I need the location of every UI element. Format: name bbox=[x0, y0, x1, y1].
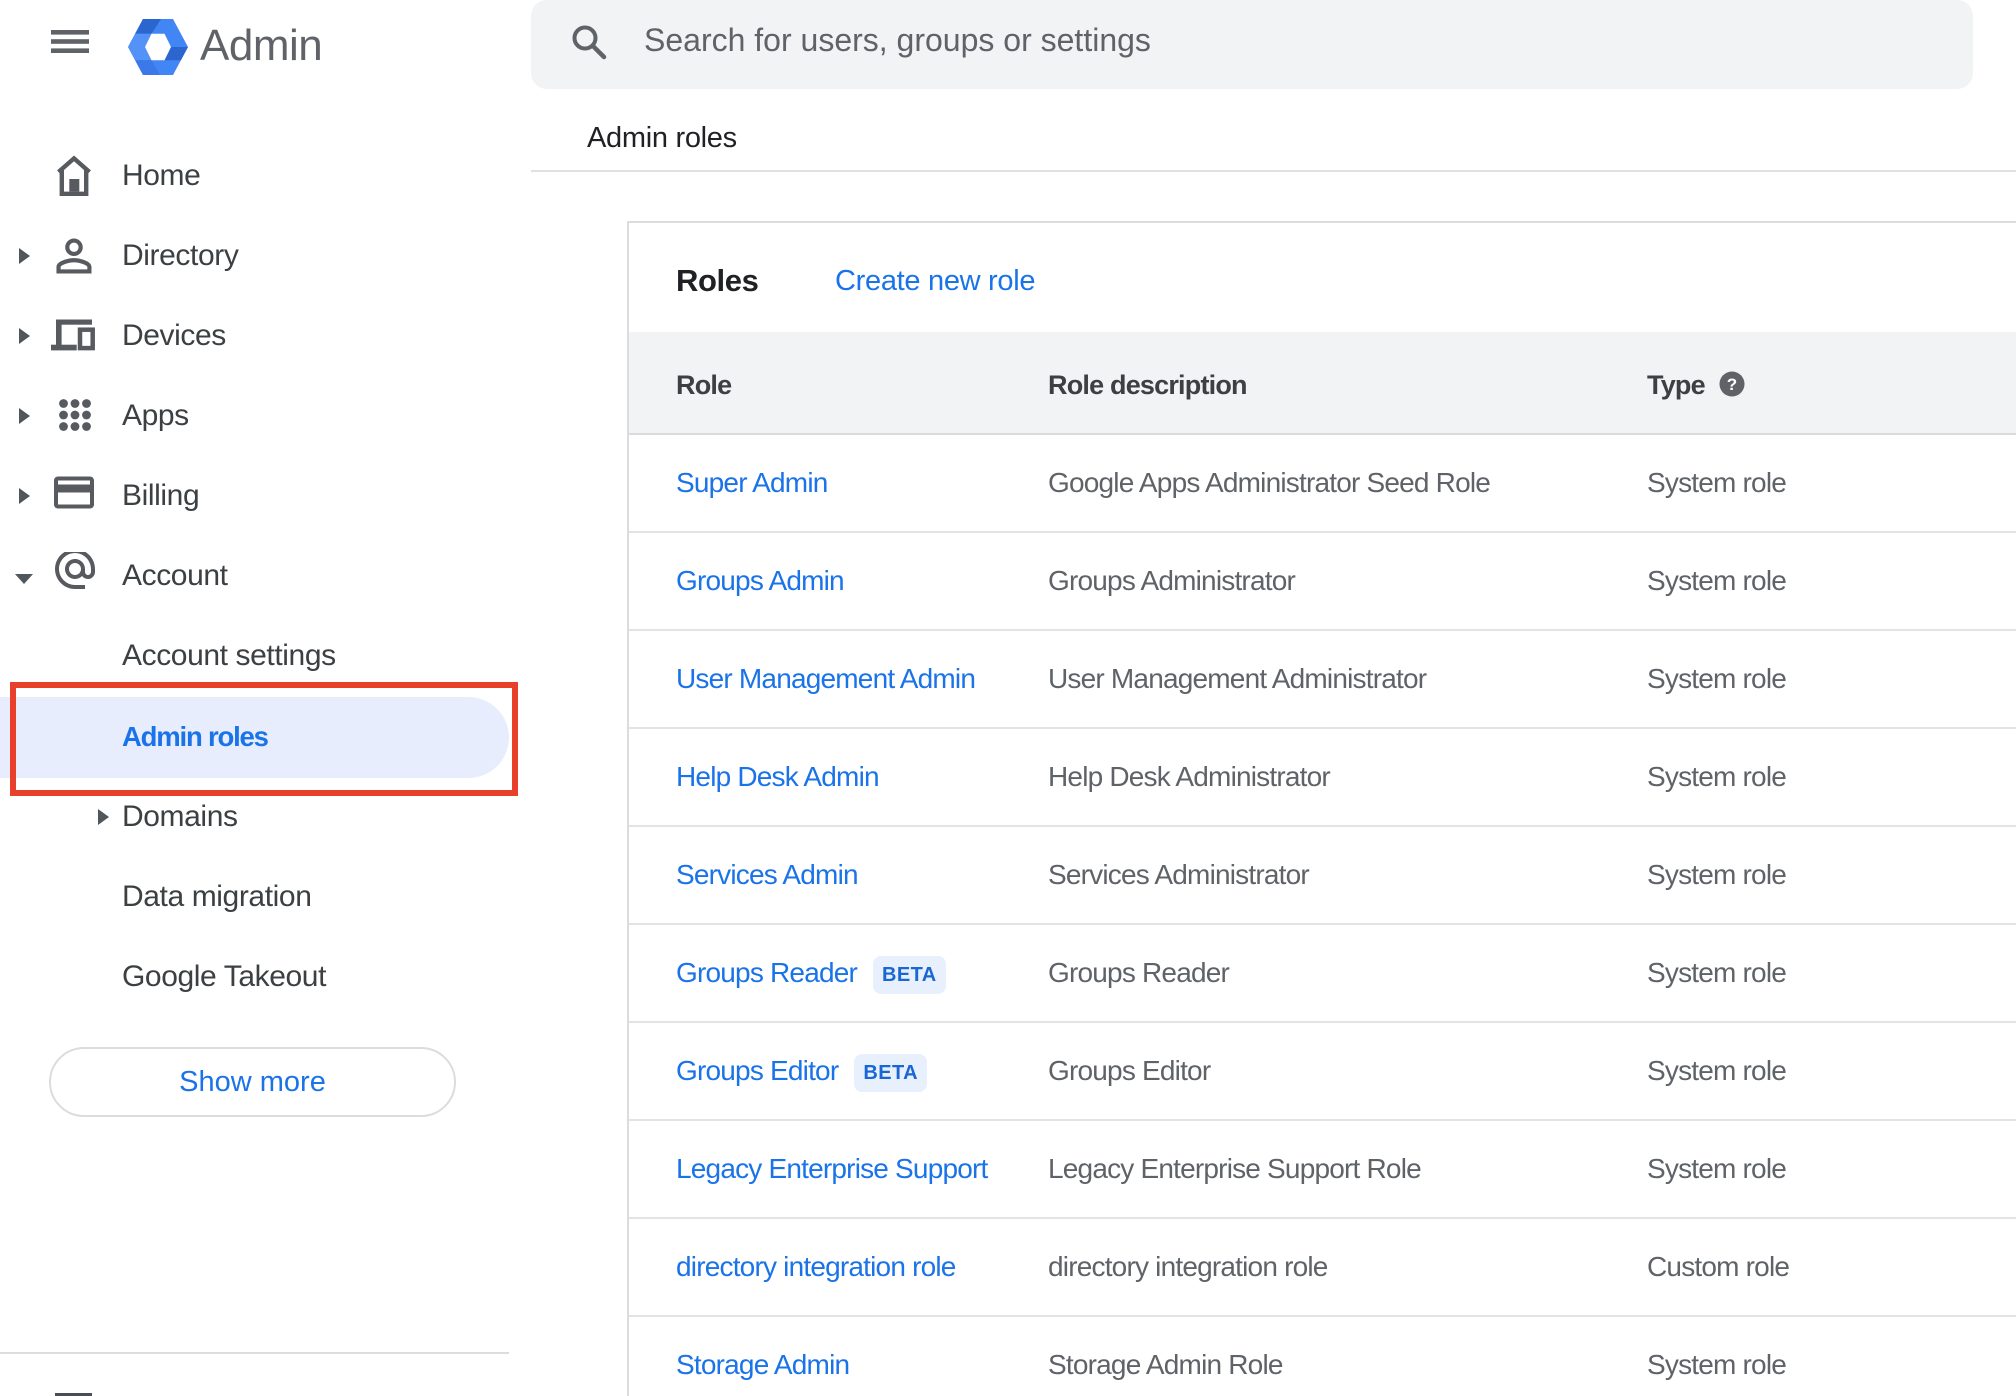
svg-text:?: ? bbox=[1727, 375, 1737, 394]
